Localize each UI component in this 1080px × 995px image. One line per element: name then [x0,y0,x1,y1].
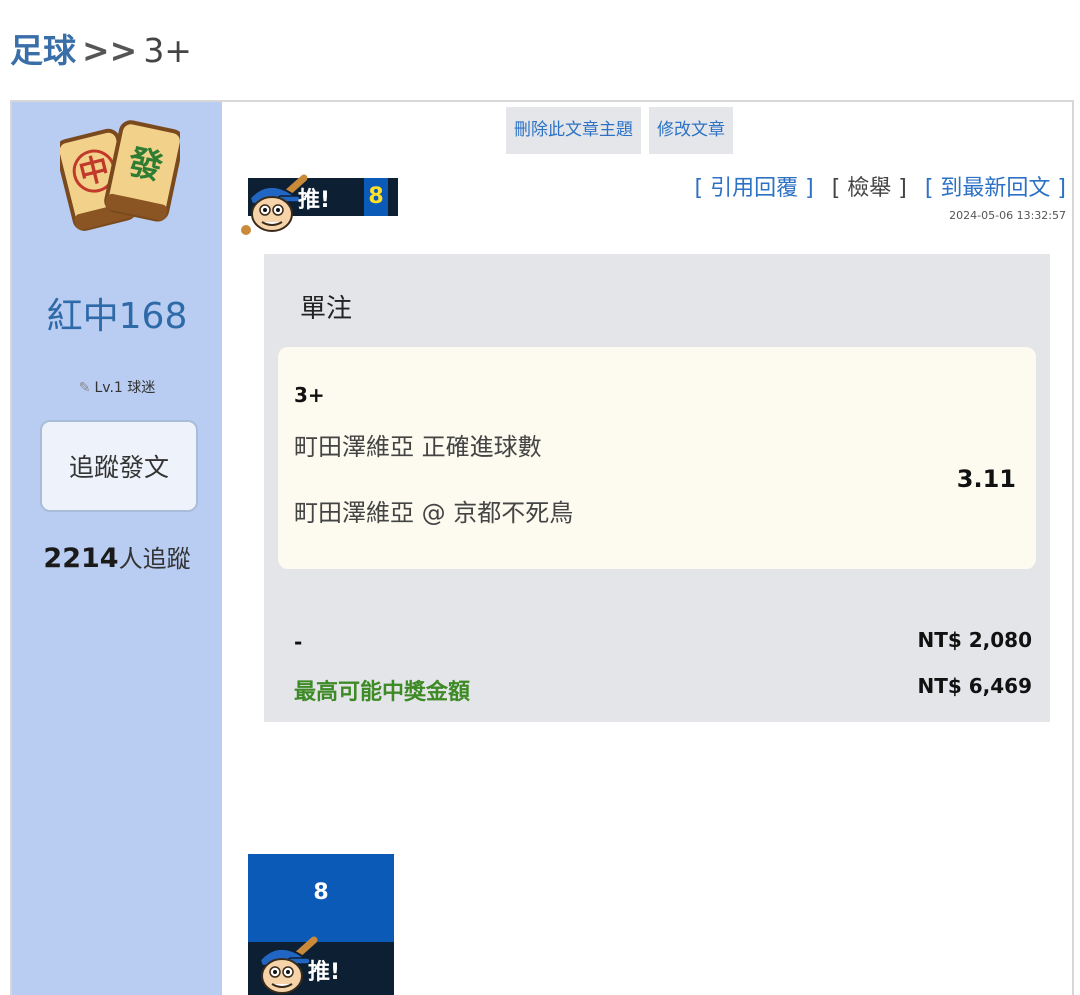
stake-amount: NT$ 2,080 [917,628,1032,652]
page-title: 足球 >> 3+ [10,24,192,72]
bet-type: 單注 [300,294,353,324]
report-link[interactable]: [ 檢舉 ] [832,170,907,202]
breadcrumb-separator: >> [82,31,138,70]
follower-count-number: 2214 [43,543,119,574]
push-box-count: 8 [248,854,394,942]
edit-post-button[interactable]: 修改文章 [649,107,733,154]
author-sidebar: 中 發 紅中168 ✎ Lv.1 球迷 追蹤發文 2214人追蹤 [12,102,222,995]
mahjong-avatar-icon[interactable]: 中 發 [60,112,180,240]
selection-odds: 3.11 [956,465,1016,493]
push-box-bottom[interactable]: 8 推! [248,854,394,995]
bet-slip: 單注 3+ 町田澤維亞 正確進球數 町田澤維亞 @ 京都不死鳥 3.11 - N… [264,254,1050,722]
push-count: 8 [364,178,388,216]
latest-reply-link[interactable]: [ 到最新回文 ] [925,170,1066,202]
delete-topic-button[interactable]: 刪除此文章主題 [506,107,641,154]
post-actions: [ 引用回覆 ] [ 檢舉 ] [ 到最新回文 ] [695,170,1066,202]
max-payout-amount: NT$ 6,469 [917,674,1032,698]
post-container: 中 發 紅中168 ✎ Lv.1 球迷 追蹤發文 2214人追蹤 刪除此文章主題 … [10,100,1074,995]
follower-count: 2214人追蹤 [12,539,222,574]
breadcrumb-topic: 3+ [143,31,192,70]
admin-toolbar: 刪除此文章主題 修改文章 [506,107,733,154]
author-level-label: Lv.1 球迷 [94,380,156,396]
breadcrumb-section[interactable]: 足球 [10,31,76,70]
follower-count-suffix: 人追蹤 [118,545,191,573]
push-badge-top[interactable]: 推! 8 [238,172,398,235]
author-name[interactable]: 紅中168 [12,287,222,339]
selection-match: 町田澤維亞 @ 京都不死鳥 [294,499,574,527]
bet-selection: 3+ 町田澤維亞 正確進球數 町田澤維亞 @ 京都不死鳥 3.11 [278,347,1036,569]
max-payout-label: 最高可能中獎金額 [294,680,471,705]
push-box-label: 推! [308,960,341,985]
stake-label: - [294,630,303,654]
pencil-icon: ✎ [78,380,91,396]
quote-reply-link[interactable]: [ 引用回覆 ] [695,170,814,202]
selection-market: 町田澤維亞 正確進球數 [294,433,542,461]
selection-pick: 3+ [294,383,325,407]
post-timestamp: 2024-05-06 13:32:57 [949,209,1066,222]
follow-button[interactable]: 追蹤發文 [40,420,198,512]
push-label: 推! [298,188,331,213]
author-level: ✎ Lv.1 球迷 [12,377,222,397]
